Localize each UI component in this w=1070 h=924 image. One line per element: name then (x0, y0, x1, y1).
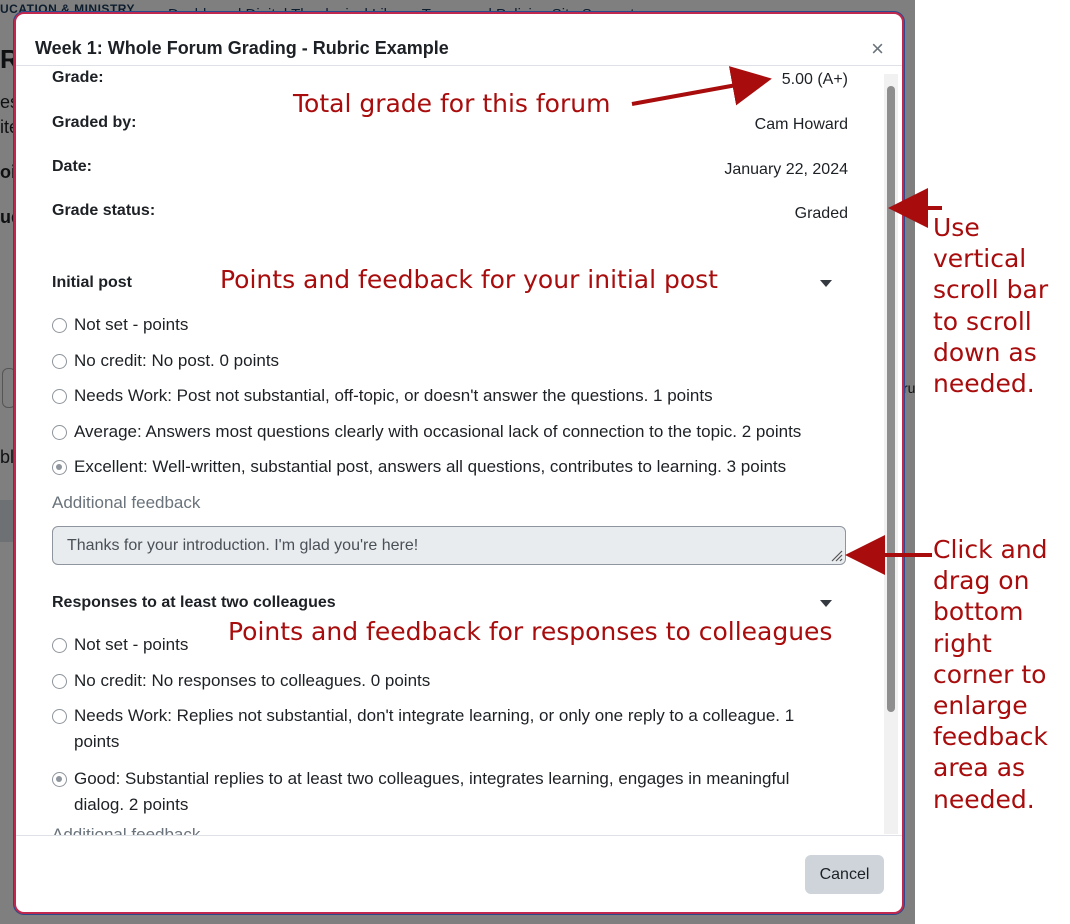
radio-option[interactable]: Not set - points (52, 312, 842, 338)
radio-button[interactable] (52, 674, 67, 689)
graded-by-value: Cam Howard (754, 116, 848, 133)
chevron-down-icon[interactable] (820, 280, 832, 287)
date-label: Date: (52, 158, 93, 175)
annotation-resize-hint: Click and drag on bottom right corner to… (933, 535, 1048, 814)
radio-option[interactable]: No credit: No responses to colleagues. 0… (52, 668, 842, 694)
graded-by-label: Graded by: (52, 114, 137, 131)
annotation-total-grade: Total grade for this forum (293, 89, 611, 118)
radio-option[interactable]: Average: Answers most questions clearly … (52, 419, 842, 445)
modal-body: Grade: 5.00 (A+) Graded by: Cam Howard D… (16, 67, 882, 835)
radio-button[interactable] (52, 709, 67, 724)
modal-header: Week 1: Whole Forum Grading - Rubric Exa… (16, 14, 902, 66)
scrollbar-thumb[interactable] (887, 86, 895, 712)
feedback-label: Additional feedback (52, 493, 201, 512)
radio-button[interactable] (52, 425, 67, 440)
radio-option[interactable]: Excellent: Well-written, substantial pos… (52, 454, 842, 480)
feedback-text: Thanks for your introduction. I'm glad y… (67, 537, 419, 554)
annotation-scroll-hint: Use vertical scroll bar to scroll down a… (933, 213, 1049, 399)
radio-option[interactable]: Needs Work: Post not substantial, off-to… (52, 383, 842, 409)
modal-footer: Cancel (16, 835, 902, 912)
radio-option[interactable]: Needs Work: Replies not substantial, don… (52, 703, 842, 755)
radio-option[interactable]: Good: Substantial replies to at least tw… (52, 766, 842, 818)
chevron-down-icon[interactable] (820, 600, 832, 607)
grading-modal: Week 1: Whole Forum Grading - Rubric Exa… (14, 12, 904, 914)
radio-option[interactable]: No credit: No post. 0 points (52, 348, 842, 374)
grade-status-value: Graded (794, 205, 848, 222)
grade-label: Grade: (52, 69, 104, 86)
annotation-initial-post: Points and feedback for your initial pos… (220, 265, 718, 294)
radio-button[interactable] (52, 638, 67, 653)
radio-button[interactable] (52, 354, 67, 369)
feedback-label-partial: Additional feedback (52, 825, 201, 835)
resize-handle-icon[interactable] (829, 548, 843, 562)
close-icon[interactable]: × (871, 38, 884, 60)
feedback-textarea[interactable]: Thanks for your introduction. I'm glad y… (52, 526, 846, 565)
grade-status-label: Grade status: (52, 202, 156, 219)
radio-button-checked[interactable] (52, 772, 67, 787)
date-value: January 22, 2024 (724, 161, 848, 178)
section-title-responses: Responses to at least two colleagues (52, 594, 336, 611)
grade-value: 5.00 (A+) (781, 71, 848, 88)
radio-button[interactable] (52, 318, 67, 333)
section-title-initial-post: Initial post (52, 274, 132, 291)
annotation-responses: Points and feedback for responses to col… (228, 617, 833, 646)
modal-title: Week 1: Whole Forum Grading - Rubric Exa… (35, 38, 449, 58)
radio-button[interactable] (52, 389, 67, 404)
radio-button-checked[interactable] (52, 460, 67, 475)
cancel-button[interactable]: Cancel (805, 855, 884, 894)
